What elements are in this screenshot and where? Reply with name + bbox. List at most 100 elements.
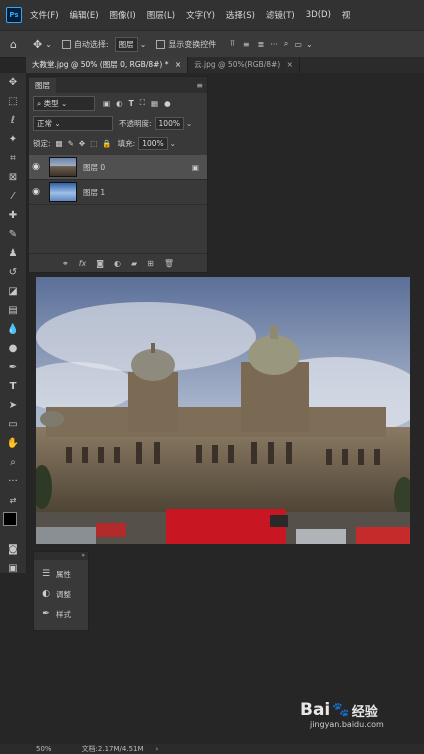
eye-icon[interactable]: ◉ (29, 162, 43, 172)
collapse-icon[interactable]: » (81, 552, 85, 559)
menu-view[interactable]: 视 (342, 9, 351, 21)
lock-all-icon[interactable]: 🔒 (102, 139, 111, 148)
clone-stamp-tool-icon[interactable]: ♟ (0, 244, 26, 263)
eye-icon[interactable]: ◉ (29, 187, 43, 197)
chevron-down-icon[interactable]: ⌄ (186, 119, 192, 128)
filter-shape-icon[interactable]: ⛶ (140, 98, 145, 108)
align-middle-icon[interactable]: ≡ (243, 40, 250, 49)
layer-name[interactable]: 图层 0 (83, 162, 105, 173)
brush-tool-icon[interactable]: ✎ (0, 225, 26, 244)
crop-tool-icon[interactable]: ⌗ (0, 149, 26, 168)
document-canvas[interactable] (36, 277, 410, 544)
more-tools-icon[interactable]: ··· (0, 472, 26, 491)
move-tool-icon[interactable]: ✥ (0, 73, 26, 92)
history-brush-tool-icon[interactable]: ↺ (0, 263, 26, 282)
photoshop-logo-icon[interactable]: Ps (6, 7, 22, 23)
more-options-icon[interactable]: ··· (270, 40, 278, 49)
foreground-color-swatch[interactable] (3, 512, 17, 526)
properties-item[interactable]: ☰ 属性 (34, 564, 88, 584)
chevron-right-icon[interactable]: › (156, 745, 159, 753)
filter-type-icon[interactable]: T (129, 99, 134, 108)
filter-pixel-icon[interactable]: ▣ (103, 99, 110, 108)
lock-position-icon[interactable]: ✥ (79, 139, 85, 148)
close-icon[interactable]: × (287, 60, 293, 69)
frame-tool-icon[interactable]: ⊠ (0, 168, 26, 187)
tab-label: 大教堂.jpg @ 50% (图层 0, RGB/8#) * (32, 60, 169, 69)
chevron-down-icon[interactable]: ⌄ (170, 139, 176, 148)
lock-artboard-icon[interactable]: ⬚ (90, 139, 97, 148)
close-icon[interactable]: × (175, 60, 181, 69)
adjustments-item[interactable]: ◐ 调整 (34, 584, 88, 604)
align-bottom-icon[interactable]: ≣ (258, 40, 265, 49)
lock-image-icon[interactable]: ✎ (68, 139, 74, 148)
eraser-tool-icon[interactable]: ◪ (0, 282, 26, 301)
filter-smart-object-icon[interactable]: ▦ (151, 99, 158, 108)
blur-tool-icon[interactable]: 💧 (0, 320, 26, 339)
menu-edit[interactable]: 编辑(E) (70, 9, 99, 21)
color-swatches[interactable] (0, 510, 26, 536)
gradient-tool-icon[interactable]: ▤ (0, 301, 26, 320)
align-top-icon[interactable]: ⫪ (230, 39, 235, 49)
filter-adjustment-icon[interactable]: ◐ (116, 99, 123, 108)
auto-select-checkbox[interactable] (61, 39, 71, 49)
styles-icon: ✒ (42, 609, 50, 619)
opacity-input[interactable]: 100% (154, 116, 184, 130)
layer-filter-dropdown[interactable]: ⌕ 类型 ⌄ (33, 95, 95, 111)
layers-tab[interactable]: 图层 (29, 78, 56, 93)
panel-menu-icon[interactable]: ≡ (196, 81, 203, 90)
layers-panel-footer: ⚭ fx ◙ ◐ ▰ ⊞ 🗑 (29, 253, 207, 272)
eyedropper-tool-icon[interactable]: ⁄ (0, 187, 26, 206)
marquee-tool-icon[interactable]: ⬚ (0, 92, 26, 111)
fill-input[interactable]: 100% (138, 136, 168, 150)
pen-tool-icon[interactable]: ✒ (0, 358, 26, 377)
show-transform-checkbox[interactable] (156, 39, 166, 49)
hand-tool-icon[interactable]: ✋ (0, 434, 26, 453)
blend-mode-dropdown[interactable]: 正常 ⌄ (33, 115, 113, 131)
chevron-down-icon[interactable]: ⌄ (306, 40, 313, 49)
lock-transparent-icon[interactable]: ▩ (56, 139, 63, 148)
rectangle-tool-icon[interactable]: ▭ (0, 415, 26, 434)
workspace-icon[interactable]: ▭ (294, 40, 302, 49)
menu-filter[interactable]: 滤镜(T) (266, 9, 295, 21)
magic-wand-tool-icon[interactable]: ✦ (0, 130, 26, 149)
healing-brush-tool-icon[interactable]: ✚ (0, 206, 26, 225)
move-tool-icon[interactable]: ✥ (33, 38, 42, 51)
tab-cathedral[interactable]: 大教堂.jpg @ 50% (图层 0, RGB/8#) * × (26, 57, 189, 73)
document-info[interactable]: 文档:2.17M/4.51M (82, 744, 144, 754)
properties-icon: ☰ (41, 569, 51, 579)
chevron-down-icon[interactable]: ⌄ (45, 40, 52, 49)
search-icon[interactable]: ⌕ (284, 39, 288, 49)
menu-type[interactable]: 文字(Y) (186, 9, 215, 21)
blend-opacity-row: 正常 ⌄ 不透明度: 100% ⌄ (29, 113, 207, 133)
menu-layer[interactable]: 图层(L) (147, 9, 175, 21)
new-layer-icon[interactable]: ⊞ (147, 259, 154, 268)
auto-select-dropdown[interactable]: 图层 (114, 36, 138, 52)
menu-image[interactable]: 图像(I) (110, 9, 136, 21)
zoom-level[interactable]: 50% (36, 745, 52, 753)
styles-item[interactable]: ✒ 样式 (34, 604, 88, 624)
adjustment-layer-icon[interactable]: ◐ (114, 259, 121, 268)
chevron-down-icon[interactable]: ⌄ (140, 40, 147, 49)
screen-mode-icon[interactable]: ▣ (0, 559, 26, 578)
type-tool-icon[interactable]: T (0, 377, 26, 396)
filter-toggle-icon[interactable]: ● (164, 99, 171, 108)
menu-select[interactable]: 选择(S) (226, 9, 255, 21)
lasso-tool-icon[interactable]: ℓ (0, 111, 26, 130)
dodge-tool-icon[interactable]: ● (0, 339, 26, 358)
layer-row[interactable]: ◉ 图层 1 (29, 180, 207, 205)
layer-style-icon[interactable]: fx (79, 259, 87, 268)
delete-layer-icon[interactable]: 🗑 (164, 259, 174, 268)
swap-colors-icon[interactable]: ⇄ (0, 491, 26, 510)
layer-row[interactable]: ◉ 图层 0 ▣ (29, 155, 207, 180)
layer-name[interactable]: 图层 1 (83, 187, 105, 198)
path-selection-tool-icon[interactable]: ➤ (0, 396, 26, 415)
add-mask-icon[interactable]: ◙ (96, 259, 104, 268)
menu-file[interactable]: 文件(F) (30, 9, 59, 21)
quick-mask-icon[interactable]: ◙ (0, 540, 26, 559)
menu-3d[interactable]: 3D(D) (306, 10, 331, 20)
home-icon[interactable]: ⌂ (10, 38, 17, 51)
zoom-tool-icon[interactable]: ⌕ (0, 453, 26, 472)
link-layers-icon[interactable]: ⚭ (62, 259, 69, 268)
new-group-icon[interactable]: ▰ (131, 259, 137, 268)
tab-cloud[interactable]: 云.jpg @ 50%(RGB/8#) × (188, 57, 300, 73)
